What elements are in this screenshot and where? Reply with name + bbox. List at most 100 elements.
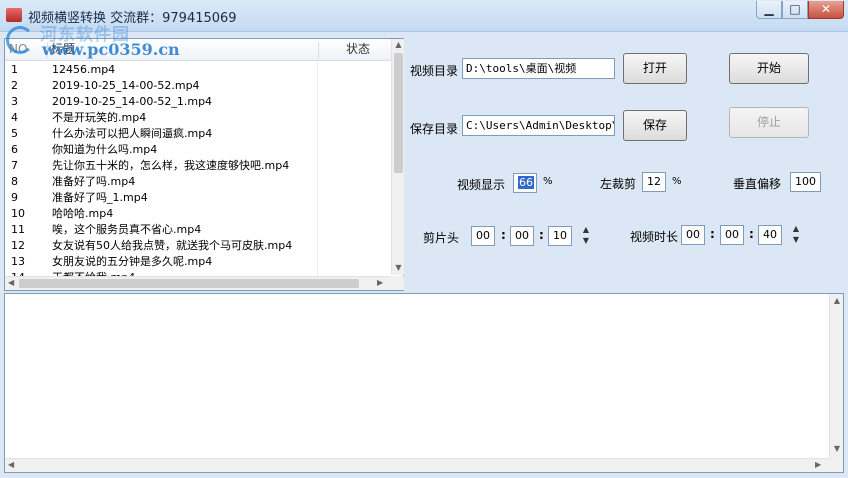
list-row[interactable]: 4 不是开玩笑的.mp4 [5,110,391,126]
scroll-right-icon[interactable]: ▶ [815,460,821,469]
file-list[interactable]: NO 标题 状态 1 12456.mp4 2 2019-10-25_14-00-52.… [4,38,404,291]
row-number: 10 [11,207,25,220]
column-header-status[interactable]: 状态 [346,39,390,61]
list-row[interactable]: 8 准备好了吗.mp4 [5,174,391,190]
row-status [317,174,318,190]
scroll-thumb[interactable] [394,53,403,173]
list-row[interactable]: 1 12456.mp4 [5,62,391,78]
list-row[interactable]: 11 唉，这个服务员真不省心.mp4 [5,222,391,238]
duration-seconds[interactable]: 40 [758,225,782,245]
left-crop-label: 左裁剪 [600,177,637,191]
scroll-up-icon[interactable]: ▲ [394,40,403,49]
stop-button[interactable]: 停止 [729,107,809,138]
scroll-down-icon[interactable]: ▼ [394,263,403,272]
close-button[interactable]: ✕ [808,1,844,19]
list-row[interactable]: 9 准备好了吗_1.mp4 [5,190,391,206]
maximize-button[interactable]: □ [782,1,808,19]
duration-label: 视频时长 [630,230,679,244]
row-title: 女友说有50人给我点赞，就送我个马可皮肤.mp4 [52,239,293,252]
scroll-down-icon[interactable]: ▼ [833,444,841,453]
scroll-right-icon[interactable]: ▶ [377,278,383,287]
column-header-no[interactable]: NO [9,39,45,61]
time-colon: : [501,228,506,242]
vertical-offset-input[interactable]: 100 [790,172,821,192]
left-crop-input[interactable]: 12 [642,172,666,192]
app-icon [6,8,22,22]
minimize-button[interactable]: ▁ [756,1,782,19]
start-button[interactable]: 开始 [729,53,809,84]
scroll-thumb[interactable] [19,279,359,288]
cut-head-spinner[interactable]: ▲ ▼ [579,224,593,246]
row-number: 4 [11,111,18,124]
list-vertical-scrollbar[interactable]: ▲ ▼ [391,39,404,275]
list-row[interactable]: 6 你知道为什么吗.mp4 [5,142,391,158]
scroll-left-icon[interactable]: ◀ [8,278,14,287]
row-number: 6 [11,143,18,156]
row-title: 什么办法可以把人瞬间逼疯.mp4 [52,127,213,140]
time-colon: : [539,228,544,242]
row-status [317,94,318,110]
spin-up-icon[interactable]: ▲ [789,223,803,234]
row-status [317,78,318,94]
scroll-up-icon[interactable]: ▲ [833,296,841,305]
log-vertical-scrollbar[interactable]: ▲ ▼ [829,294,843,458]
video-dir-input[interactable]: D:\tools\桌面\视频 [462,58,615,79]
row-title: 2019-10-25_14-00-52_1.mp4 [52,95,213,108]
column-divider[interactable] [47,42,48,58]
column-divider[interactable] [318,42,319,58]
row-title: 准备好了吗.mp4 [52,175,136,188]
row-status [317,238,318,254]
cut-head-minutes[interactable]: 00 [510,226,534,246]
row-number: 8 [11,175,18,188]
row-title: 12456.mp4 [52,63,116,76]
video-display-label: 视频显示 [457,178,506,192]
row-status [317,142,318,158]
column-header-title[interactable]: 标题 [51,39,313,61]
video-dir-label: 视频目录 [410,64,459,78]
list-row[interactable]: 2 2019-10-25_14-00-52.mp4 [5,78,391,94]
list-row[interactable]: 7 先让你五十米的，怎么样，我这速度够快吧.mp4 [5,158,391,174]
row-status [317,126,318,142]
row-status [317,206,318,222]
window-title: 视频横竖转换 交流群：979415069 [28,11,237,26]
cut-head-seconds[interactable]: 10 [548,226,572,246]
log-horizontal-scrollbar[interactable]: ◀ ▶ [5,458,829,472]
row-number: 12 [11,239,25,252]
row-status [317,62,318,78]
row-number: 9 [11,191,18,204]
row-number: 11 [11,223,25,236]
list-header: NO 标题 状态 [5,39,391,61]
row-status [317,158,318,174]
title-bar: 视频横竖转换 交流群：979415069 ▁ □ ✕ [0,0,848,32]
scroll-left-icon[interactable]: ◀ [8,460,14,469]
list-horizontal-scrollbar[interactable]: ◀ ▶ [5,276,391,290]
row-title: 先让你五十米的，怎么样，我这速度够快吧.mp4 [52,159,290,172]
time-colon: : [710,227,715,241]
row-title: 准备好了吗_1.mp4 [52,191,148,204]
log-textarea[interactable]: ▲ ▼ ◀ ▶ [4,293,844,473]
save-dir-input[interactable]: C:\Users\Admin\Desktop\as [462,115,615,136]
duration-minutes[interactable]: 00 [720,225,744,245]
row-title: 哈哈哈.mp4 [52,207,114,220]
percent-sign: % [672,176,682,187]
scroll-corner [829,458,843,472]
row-number: 2 [11,79,18,92]
list-row[interactable]: 5 什么办法可以把人瞬间逼疯.mp4 [5,126,391,142]
spin-down-icon[interactable]: ▼ [789,234,803,245]
save-button[interactable]: 保存 [623,110,687,141]
row-number: 13 [11,255,25,268]
list-row[interactable]: 10 哈哈哈.mp4 [5,206,391,222]
list-row[interactable]: 3 2019-10-25_14-00-52_1.mp4 [5,94,391,110]
cut-head-hours[interactable]: 00 [471,226,495,246]
spin-up-icon[interactable]: ▲ [579,224,593,235]
row-status [317,190,318,206]
open-button[interactable]: 打开 [623,53,687,84]
row-status [317,110,318,126]
duration-hours[interactable]: 00 [681,225,705,245]
video-display-input[interactable]: 66 [513,173,537,193]
spin-down-icon[interactable]: ▼ [579,235,593,246]
list-row[interactable]: 12 女友说有50人给我点赞，就送我个马可皮肤.mp4 [5,238,391,254]
list-row[interactable]: 13 女朋友说的五分钟是多久呢.mp4 [5,254,391,270]
duration-spinner[interactable]: ▲ ▼ [789,223,803,245]
row-title: 不是开玩笑的.mp4 [52,111,147,124]
